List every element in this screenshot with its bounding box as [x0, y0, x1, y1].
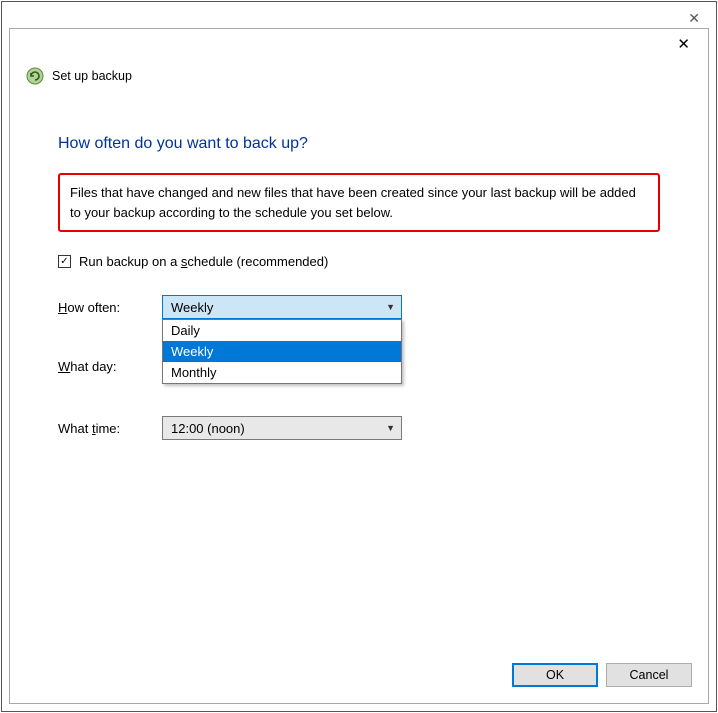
what-time-dropdown[interactable]: 12:00 (noon) ▼ [162, 416, 402, 440]
description-text: Files that have changed and new files th… [70, 185, 636, 220]
description-highlight-box: Files that have changed and new files th… [58, 173, 660, 232]
schedule-checkbox-label: Run backup on a schedule (recommended) [79, 254, 328, 269]
schedule-checkbox[interactable]: ✓ [58, 255, 71, 268]
chevron-down-icon: ▼ [386, 423, 395, 433]
cancel-button[interactable]: Cancel [606, 663, 692, 687]
parent-close-button[interactable]: ✕ [688, 10, 700, 27]
dialog-title: Set up backup [52, 69, 132, 83]
backup-icon [26, 67, 44, 85]
dropdown-option-daily[interactable]: Daily [163, 320, 401, 341]
dialog-footer: OK Cancel [512, 663, 692, 687]
dropdown-option-monthly[interactable]: Monthly [163, 362, 401, 383]
how-often-value: Weekly [171, 300, 213, 315]
how-often-row: How often: Weekly ▼ Daily Weekly Monthly [58, 295, 660, 319]
close-button[interactable]: ✕ [671, 33, 696, 55]
dialog-content: How often do you want to back up? Files … [10, 89, 708, 440]
what-day-label: What day: [58, 359, 162, 374]
how-often-dropdown-list: Daily Weekly Monthly [162, 319, 402, 384]
what-time-label: What time: [58, 421, 162, 436]
backup-dialog: ✕ Set up backup How often do you want to… [9, 28, 709, 704]
what-time-row: What time: 12:00 (noon) ▼ [58, 416, 660, 440]
ok-button[interactable]: OK [512, 663, 598, 687]
dropdown-option-weekly[interactable]: Weekly [163, 341, 401, 362]
chevron-down-icon: ▼ [386, 302, 395, 312]
how-often-label: How often: [58, 300, 162, 315]
titlebar: ✕ [10, 29, 708, 59]
schedule-checkbox-row[interactable]: ✓ Run backup on a schedule (recommended) [58, 254, 660, 269]
how-often-dropdown[interactable]: Weekly ▼ Daily Weekly Monthly [162, 295, 402, 319]
dialog-header: Set up backup [10, 59, 708, 89]
what-time-value: 12:00 (noon) [171, 421, 245, 436]
parent-window-frame: ✕ ✕ Set up backup How often do you want … [1, 1, 717, 712]
main-heading: How often do you want to back up? [58, 135, 660, 153]
